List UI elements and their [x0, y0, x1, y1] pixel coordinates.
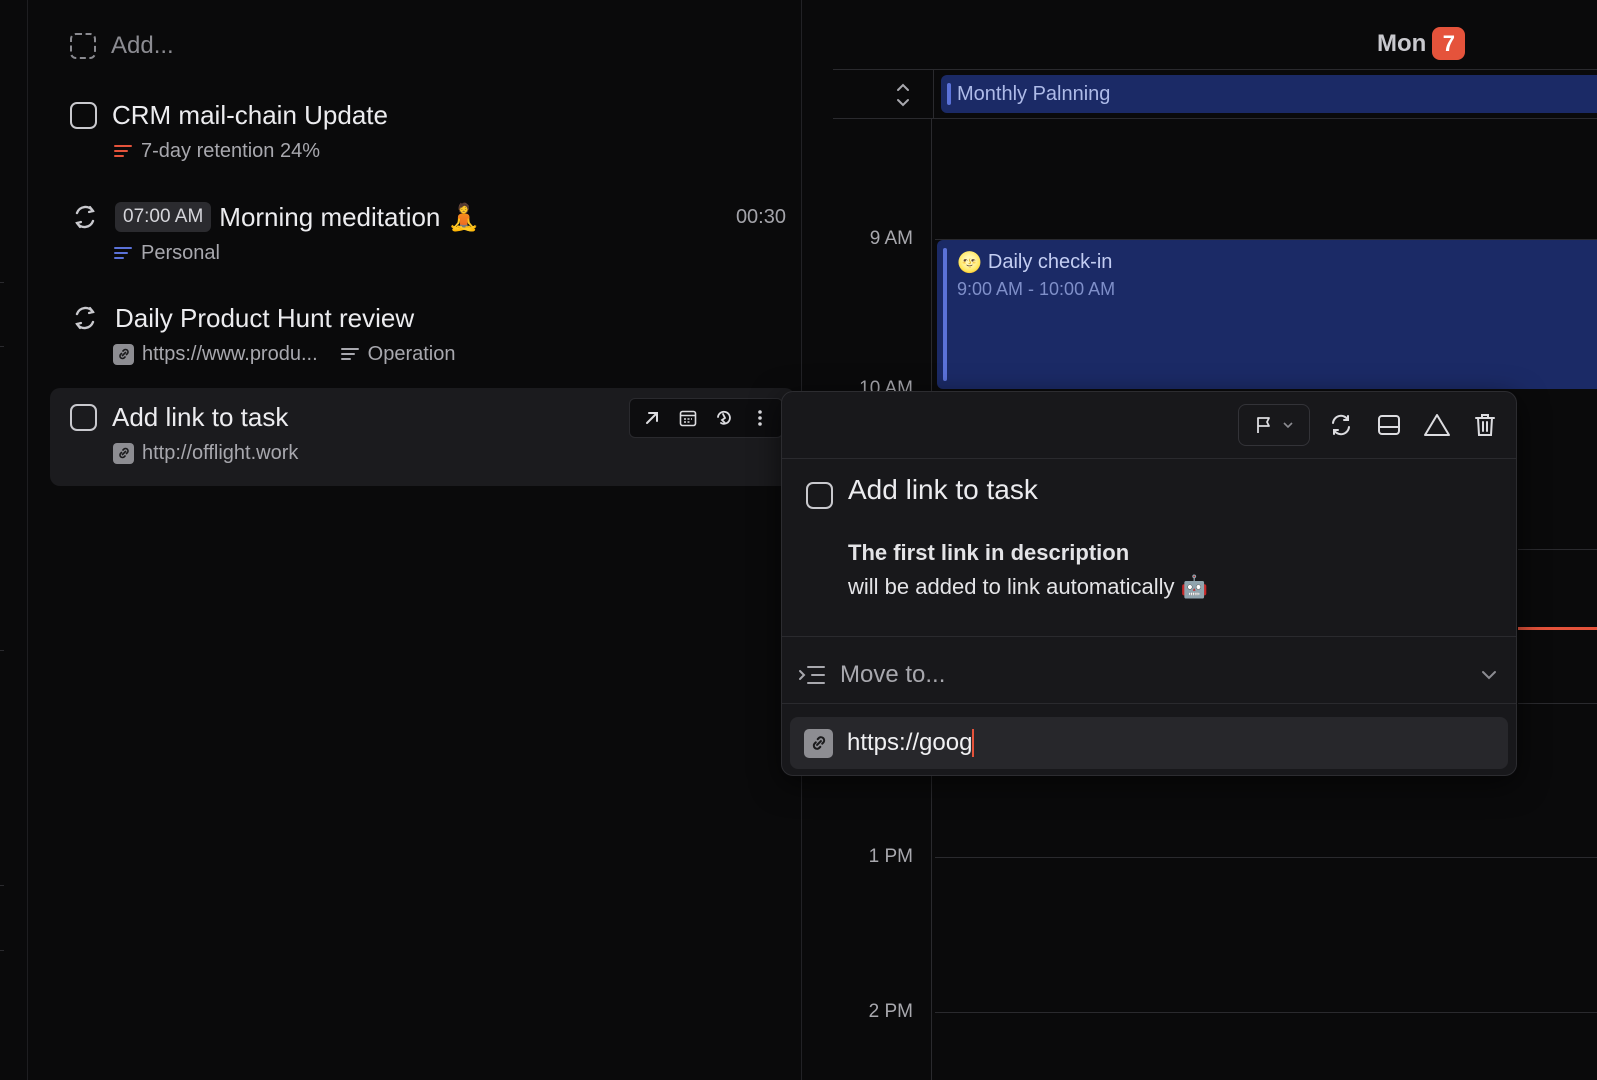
text-caret	[972, 729, 975, 757]
calendar-event[interactable]: 🌝 Daily check-in 9:00 AM - 10:00 AM	[937, 240, 1597, 389]
priority-flag-button[interactable]	[1238, 404, 1310, 446]
description-line: will be added to link automatically 🤖	[848, 574, 1209, 599]
day-name: Mon	[1377, 29, 1427, 57]
task-link-label[interactable]: http://offlight.work	[142, 442, 298, 465]
all-day-row: Monthly Palnning	[833, 69, 1597, 119]
day-number-badge: 7	[1432, 27, 1466, 60]
task-time-chip: 07:00 AM	[115, 202, 212, 232]
task-link-label[interactable]: https://www.produ...	[142, 343, 318, 366]
current-time-indicator	[1518, 627, 1597, 630]
task-detail-popover: Add link to task The first link in descr…	[781, 391, 1517, 776]
task-title[interactable]: CRM mail-chain Update	[112, 100, 388, 131]
rail-tick	[0, 650, 4, 651]
description-bold-line: The first link in description	[848, 540, 1130, 565]
list-lines-icon	[340, 348, 359, 360]
chevron-down-icon	[1482, 671, 1496, 680]
task-item[interactable]: Daily Product Hunt review https://www.pr…	[70, 301, 790, 367]
inbox-icon[interactable]	[1372, 408, 1406, 442]
task-item[interactable]: 07:00 AM Morning meditation 🧘 00:30 Pers…	[70, 200, 790, 266]
expand-collapse-icon[interactable]	[893, 78, 913, 112]
list-lines-icon	[114, 145, 132, 157]
event-title: Daily check-in	[987, 251, 1113, 273]
calendar-icon[interactable]	[672, 402, 704, 434]
hour-line	[935, 1012, 1597, 1013]
warning-triangle-icon[interactable]	[1420, 408, 1454, 442]
popover-divider	[782, 703, 1516, 704]
add-task-placeholder[interactable]: Add...	[111, 32, 174, 60]
hour-line	[935, 857, 1597, 858]
task-list-label: 7-day retention 24%	[141, 139, 321, 162]
link-icon	[113, 442, 134, 464]
day-header: Mon 7	[1377, 27, 1466, 60]
chevron-down-icon	[1283, 422, 1293, 429]
all-day-divider	[933, 70, 934, 118]
more-vertical-icon[interactable]	[744, 402, 776, 434]
task-list-label: Operation	[367, 342, 456, 365]
event-time: 9:00 AM - 10:00 AM	[957, 279, 1116, 299]
move-to-dropdown[interactable]: Move to...	[798, 647, 1500, 703]
hour-label: 1 PM	[868, 846, 913, 867]
all-day-event-title: Monthly Palnning	[957, 82, 1111, 105]
rail-tick	[0, 282, 4, 283]
task-title[interactable]: Daily Product Hunt review	[115, 303, 414, 334]
popover-toolbar	[1238, 404, 1502, 446]
list-lines-icon	[114, 247, 132, 259]
link-url-value: https://goog	[847, 729, 973, 756]
task-item-selected[interactable]: Add link to task http://offlight.work	[50, 388, 795, 486]
open-arrow-icon[interactable]	[636, 402, 668, 434]
popover-divider	[782, 458, 1516, 459]
hour-label: 9 AM	[869, 228, 913, 249]
task-title[interactable]: Morning meditation 🧘	[219, 202, 480, 233]
task-item[interactable]: CRM mail-chain Update 7-day retention 24…	[70, 98, 790, 164]
task-description[interactable]: The first link in description will be ad…	[848, 536, 1208, 604]
rail-tick	[0, 885, 4, 886]
hour-label: 2 PM	[868, 1001, 913, 1022]
left-rail	[0, 0, 28, 1080]
task-checkbox[interactable]	[70, 403, 97, 431]
task-checkbox[interactable]	[806, 482, 833, 509]
move-to-label: Move to...	[840, 661, 946, 688]
task-duration: 00:30	[735, 205, 786, 228]
hour-line	[1518, 549, 1597, 550]
trash-icon[interactable]	[1468, 408, 1502, 442]
repeat-icon[interactable]	[70, 202, 100, 232]
indent-list-icon	[799, 666, 825, 684]
rail-tick	[0, 346, 4, 347]
task-list-label: Personal	[141, 241, 220, 264]
task-hover-toolbar	[629, 398, 783, 438]
focus-timer-icon[interactable]	[708, 402, 740, 434]
popover-divider	[782, 636, 1516, 637]
add-task-dashed-icon	[70, 33, 96, 59]
all-day-event[interactable]: Monthly Palnning	[941, 75, 1597, 113]
link-icon	[804, 728, 833, 758]
rail-tick	[0, 950, 4, 951]
link-url-input[interactable]: https://goog	[847, 729, 975, 757]
task-list-pane: Add... CRM mail-chain Update 7-day reten…	[28, 0, 802, 1080]
add-task-row[interactable]: Add...	[70, 32, 174, 60]
flag-icon	[1257, 417, 1270, 433]
hour-line	[1518, 703, 1597, 704]
event-emoji: 🌝	[957, 252, 982, 274]
link-url-field[interactable]: https://goog	[790, 717, 1508, 769]
task-checkbox[interactable]	[70, 101, 97, 129]
link-icon	[113, 343, 134, 365]
repeat-icon[interactable]	[70, 303, 100, 333]
repeat-icon[interactable]	[1324, 408, 1358, 442]
task-title[interactable]: Add link to task	[112, 402, 288, 433]
popover-task-title[interactable]: Add link to task	[848, 474, 1038, 506]
